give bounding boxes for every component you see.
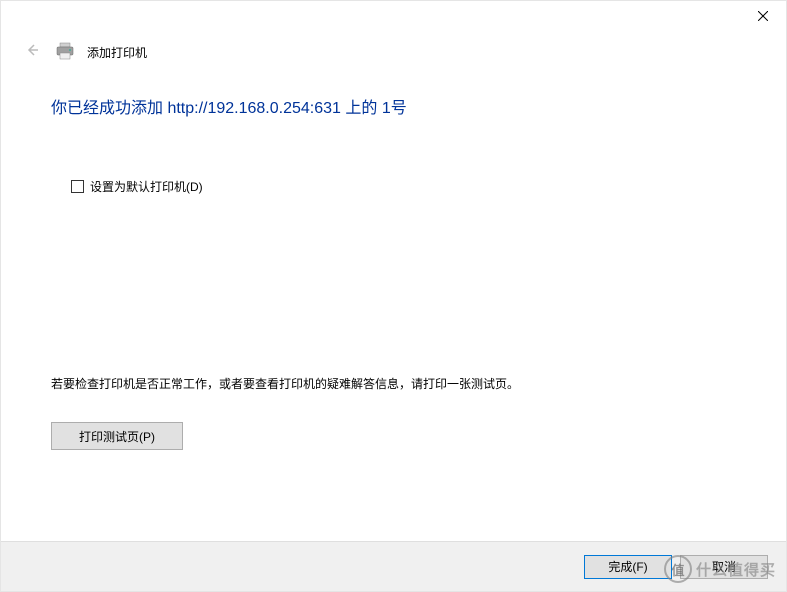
success-heading: 你已经成功添加 http://192.168.0.254:631 上的 1号 — [51, 94, 736, 118]
add-printer-wizard: 添加打印机 你已经成功添加 http://192.168.0.254:631 上… — [0, 0, 787, 592]
wizard-footer: 完成(F) 取消 值 什么值得买 — [1, 541, 786, 591]
back-arrow-icon[interactable] — [21, 39, 43, 66]
finish-button[interactable]: 完成(F) — [584, 555, 672, 579]
default-printer-row: 设置为默认打印机(D) — [71, 178, 736, 195]
close-icon — [758, 11, 768, 21]
cancel-button[interactable]: 取消 — [680, 555, 768, 579]
close-button[interactable] — [740, 1, 786, 31]
test-page-instruction: 若要检查打印机是否正常工作，或者要查看打印机的疑难解答信息，请打印一张测试页。 — [51, 375, 736, 392]
printer-icon — [55, 42, 75, 63]
default-printer-label[interactable]: 设置为默认打印机(D) — [90, 178, 203, 195]
wizard-header: 添加打印机 — [1, 31, 786, 66]
wizard-content: 你已经成功添加 http://192.168.0.254:631 上的 1号 设… — [1, 66, 786, 541]
default-printer-checkbox[interactable] — [71, 180, 84, 193]
print-test-page-button[interactable]: 打印测试页(P) — [51, 422, 183, 450]
wizard-title: 添加打印机 — [87, 44, 147, 61]
titlebar — [1, 1, 786, 31]
